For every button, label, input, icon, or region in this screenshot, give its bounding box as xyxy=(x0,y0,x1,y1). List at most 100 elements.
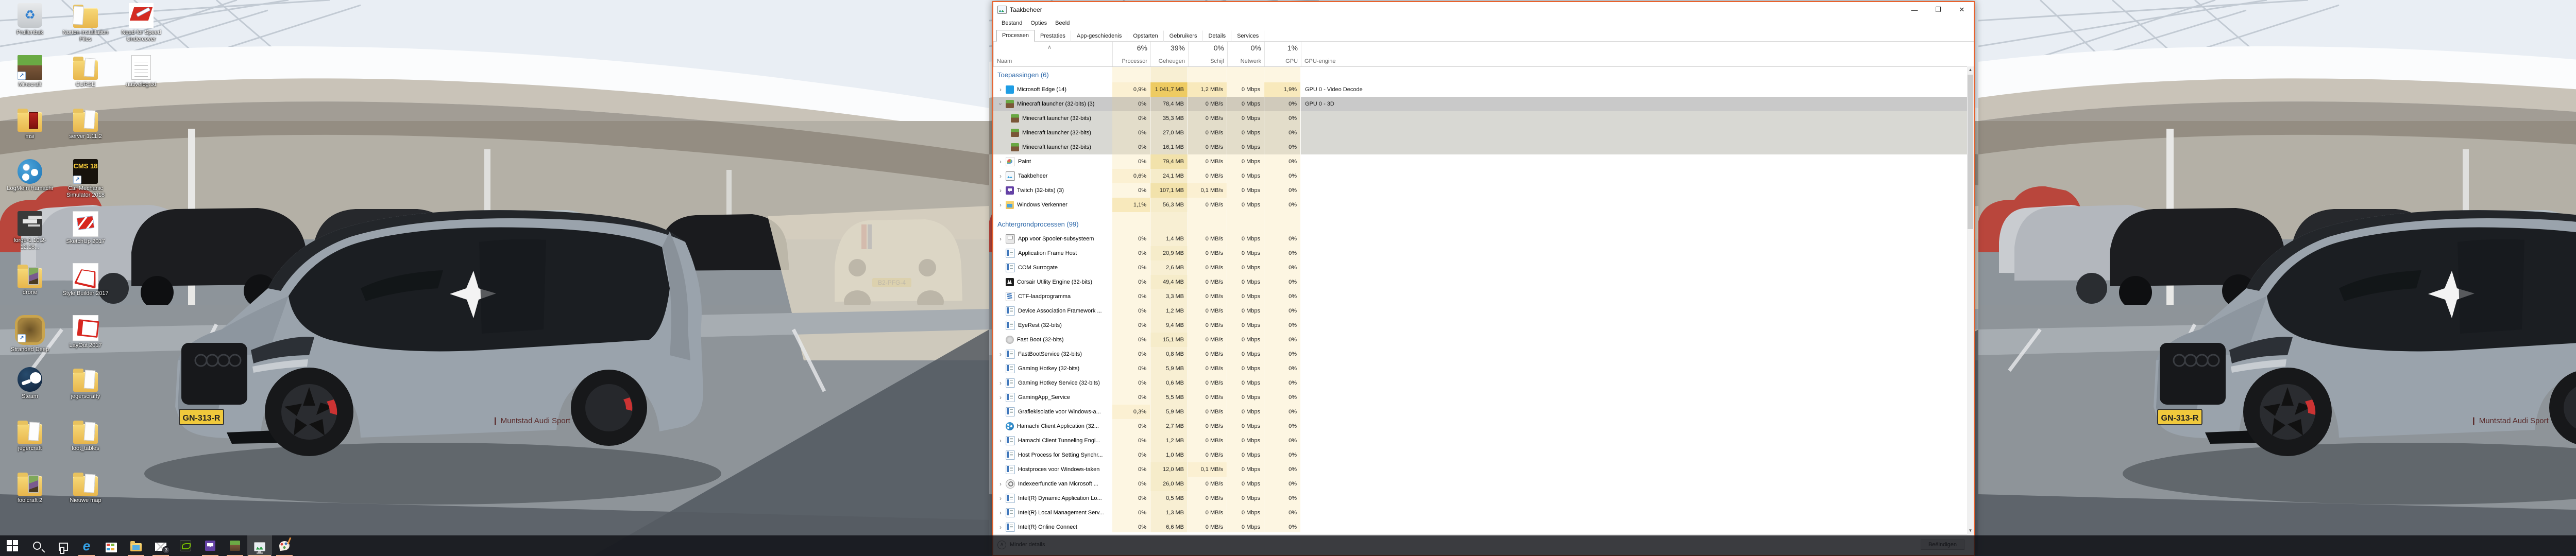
desktop-icon-steam[interactable]: Steam xyxy=(5,367,55,400)
desktop-icon-drone[interactable]: drone xyxy=(5,263,55,296)
desktop-icon-car-mechanic-simulator-2018[interactable]: CMS 18Car Mechanic Simulator 2018 xyxy=(61,159,110,199)
process-row[interactable]: ›GamingApp_Service0%5,5 MB0 MB/s0 Mbps0% xyxy=(993,390,1974,405)
process-row[interactable]: ›Intel(R) Local Management Serv...0%1,3 … xyxy=(993,506,1974,520)
process-row[interactable]: Host Process for Setting Synchr...0%1,0 … xyxy=(993,448,1974,462)
taskbar-task-view-button[interactable] xyxy=(49,535,74,556)
desktop-icon-curse[interactable]: CURSE xyxy=(61,55,110,88)
expand-chevron-icon[interactable]: › xyxy=(996,394,1005,401)
close-button[interactable]: ✕ xyxy=(1950,2,1974,18)
taskbar-store-button[interactable] xyxy=(99,535,124,556)
column-header-gpu[interactable]: 1%GPU xyxy=(1264,42,1301,66)
process-row[interactable]: Device Association Framework ...0%1,2 MB… xyxy=(993,304,1974,318)
expand-chevron-icon[interactable]: › xyxy=(996,158,1005,165)
scroll-up-arrow[interactable]: ▲ xyxy=(1967,66,1974,74)
expand-chevron-icon[interactable]: › xyxy=(996,495,1005,502)
desktop-icon-sketchup-2017[interactable]: SketchUp 2017 xyxy=(61,211,110,245)
desktop-icon-loot-tables[interactable]: loot_tables xyxy=(61,419,110,452)
desktop-icon-server-1-11-2[interactable]: server 1.11.2 xyxy=(61,107,110,140)
taskbar-geforce-experience-button[interactable] xyxy=(173,535,198,556)
tab-prestaties[interactable]: Prestaties xyxy=(1035,30,1071,42)
scroll-down-arrow[interactable]: ▼ xyxy=(1967,527,1974,534)
process-row[interactable]: ›App voor Spooler-subsysteem0%1,4 MB0 MB… xyxy=(993,232,1974,246)
tab-processen[interactable]: Processen xyxy=(996,30,1035,42)
tab-details[interactable]: Details xyxy=(1202,30,1231,42)
expand-chevron-icon[interactable]: › xyxy=(996,524,1005,531)
column-header-gpu-engine[interactable]: GPU-engine xyxy=(1301,42,1405,66)
process-row[interactable]: ›Gaming Hotkey Service (32-bits)0%0,6 MB… xyxy=(993,376,1974,390)
process-row[interactable]: Hamachi Client Application (32...0%2,7 M… xyxy=(993,419,1974,433)
expand-chevron-icon[interactable]: › xyxy=(996,86,1005,93)
tab-app-geschiedenis[interactable]: App-geschiedenis xyxy=(1071,30,1127,42)
process-row[interactable]: Minecraft launcher (32-bits)0%35,3 MB0 M… xyxy=(993,111,1974,126)
tab-services[interactable]: Services xyxy=(1231,30,1264,42)
column-header-schijf[interactable]: 0%Schijf xyxy=(1188,42,1227,66)
process-row[interactable]: ›Windows Verkenner1,1%56,3 MB0 MB/s0 Mbp… xyxy=(993,198,1974,212)
section-header[interactable]: Toepassingen (6) xyxy=(993,67,1974,82)
tab-opstarten[interactable]: Opstarten xyxy=(1127,30,1163,42)
expand-chevron-icon[interactable]: › xyxy=(996,201,1005,208)
taskbar-start-button[interactable] xyxy=(0,535,25,556)
process-row[interactable]: ›Indexeerfunctie van Microsoft ...0%26,0… xyxy=(993,477,1974,491)
process-row[interactable]: ›Microsoft Edge (14)0,9%1 041,7 MB1,2 MB… xyxy=(993,82,1974,97)
desktop-icon-nativelog-txt[interactable]: nativelog.txt xyxy=(116,55,166,88)
title-bar[interactable]: Taakbeheer — ❐ ✕ xyxy=(993,2,1974,18)
expand-chevron-icon[interactable]: › xyxy=(996,437,1005,444)
process-row[interactable]: ›Intel(R) Dynamic Application Lo...0%0,5… xyxy=(993,491,1974,506)
desktop-icon-stranded-deep[interactable]: Stranded Deep xyxy=(5,315,55,353)
process-row[interactable]: Grafiekisolatie voor Windows-a...0,3%5,9… xyxy=(993,405,1974,419)
process-row[interactable]: ›Paint0%79,4 MB0 MB/s0 Mbps0% xyxy=(993,154,1974,169)
process-row[interactable]: ›Taakbeheer0,6%24,1 MB0 MB/s0 Mbps0% xyxy=(993,169,1974,183)
process-row[interactable]: ›FastBootService (32-bits)0%0,8 MB0 MB/s… xyxy=(993,347,1974,361)
expand-chevron-icon[interactable]: › xyxy=(996,480,1005,488)
section-header[interactable]: Achtergrondprocessen (99) xyxy=(993,216,1974,232)
process-row[interactable]: Application Frame Host0%20,9 MB0 MB/s0 M… xyxy=(993,246,1974,260)
expand-chevron-icon[interactable]: › xyxy=(996,235,1005,242)
expand-chevron-icon[interactable]: › xyxy=(996,379,1005,387)
tab-gebruikers[interactable]: Gebruikers xyxy=(1164,30,1203,42)
vertical-scrollbar[interactable]: ▲ ▼ xyxy=(1967,66,1974,534)
desktop-icon-forge-1-10-2-12-18-[interactable]: forge-1.10.2-12.18... xyxy=(5,211,55,251)
desktop-icon-minecraft[interactable]: Minecraft xyxy=(5,55,55,88)
taskbar-mail-button[interactable]: 3 xyxy=(148,535,173,556)
menu-opties[interactable]: Opties xyxy=(1026,19,1051,27)
desktop-icon-foolcraft-2[interactable]: foolcraft 2 xyxy=(5,471,55,504)
desktop-icon-msi[interactable]: msi xyxy=(5,107,55,140)
taskbar-twitch-button[interactable] xyxy=(198,535,223,556)
process-row[interactable]: Corsair Utility Engine (32-bits)0%49,4 M… xyxy=(993,275,1974,289)
desktop-icon-jegerscrafty[interactable]: jegerscrafty xyxy=(61,367,110,400)
process-row[interactable]: Minecraft launcher (32-bits)0%27,0 MB0 M… xyxy=(993,126,1974,140)
column-header-naam[interactable]: Naam xyxy=(993,42,1112,66)
desktop-icon-logmein-hamachi[interactable]: LogMeIn Hamachi xyxy=(5,159,55,192)
expand-chevron-icon[interactable]: › xyxy=(996,187,1005,194)
process-row[interactable]: ›Twitch (32-bits) (3)0%107,1 MB0,1 MB/s0… xyxy=(993,183,1974,198)
taskbar-file-explorer-button[interactable] xyxy=(124,535,148,556)
collapse-chevron-icon[interactable]: › xyxy=(997,100,1004,108)
expand-chevron-icon[interactable]: › xyxy=(996,172,1005,180)
desktop-icon-prullenbak[interactable]: Prullenbak xyxy=(5,3,55,36)
maximize-button[interactable]: ❐ xyxy=(1926,2,1950,18)
taskbar-task-manager-button[interactable] xyxy=(247,535,272,556)
process-row[interactable]: Minecraft launcher (32-bits)0%16,1 MB0 M… xyxy=(993,140,1974,154)
process-row[interactable]: EyeRest (32-bits)0%9,4 MB0 MB/s0 Mbps0% xyxy=(993,318,1974,333)
desktop-icon-norton-installation-files[interactable]: Norton Installation Files xyxy=(61,3,110,43)
desktop-icon-style-builder-2017[interactable]: Style Builder 2017 xyxy=(61,263,110,297)
menu-bestand[interactable]: Bestand xyxy=(997,19,1026,27)
process-row[interactable]: ›Intel(R) Online Connect0%6,6 MB0 MB/s0 … xyxy=(993,520,1974,532)
taskbar-paint-button[interactable] xyxy=(272,535,297,556)
column-header-processor[interactable]: 6%Processor xyxy=(1112,42,1150,66)
process-row[interactable]: ›Minecraft launcher (32-bits) (3)0%78,4 … xyxy=(993,97,1974,111)
column-header-netwerk[interactable]: 0%Netwerk xyxy=(1227,42,1264,66)
menu-beeld[interactable]: Beeld xyxy=(1051,19,1074,27)
process-row[interactable]: COM Surrogate0%2,6 MB0 MB/s0 Mbps0% xyxy=(993,260,1974,275)
expand-chevron-icon[interactable]: › xyxy=(996,351,1005,358)
process-row[interactable]: Hostproces voor Windows-taken0%12,0 MB0,… xyxy=(993,462,1974,477)
process-row[interactable]: ›Hamachi Client Tunneling Engi...0%1,2 M… xyxy=(993,433,1974,448)
desktop-icon-layout-2017[interactable]: LayOut 2017 xyxy=(61,315,110,349)
taskbar-edge-button[interactable]: e xyxy=(74,535,99,556)
taskbar-search-button[interactable] xyxy=(25,535,49,556)
column-header-geheugen[interactable]: 39%Geheugen xyxy=(1150,42,1188,66)
taskbar-minecraft-button[interactable] xyxy=(223,535,247,556)
scroll-thumb[interactable] xyxy=(1968,75,1973,229)
desktop-icon-jegercraft[interactable]: jegercraft xyxy=(5,419,55,452)
desktop-icon-nieuwe-map[interactable]: Nieuwe map xyxy=(61,471,110,504)
